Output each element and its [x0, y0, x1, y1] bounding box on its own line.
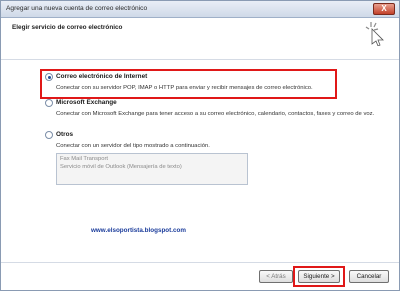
cancel-button[interactable]: Cancelar: [349, 270, 389, 283]
radio-internet-email[interactable]: [45, 73, 53, 81]
option-label: Microsoft Exchange: [56, 99, 117, 106]
wizard-header: Elegir servicio de correo electrónico: [1, 18, 399, 60]
close-icon: X: [381, 4, 387, 13]
option-description: Conectar con su servidor POP, IMAP o HTT…: [56, 85, 313, 91]
options-panel: Correo electrónico de Internet Conectar …: [1, 61, 399, 261]
watermark-text: www.elsoportista.blogspot.com: [91, 227, 186, 234]
button-bar: < Atrás Siguiente > Cancelar: [1, 262, 399, 290]
radio-others[interactable]: [45, 131, 53, 139]
click-cursor-icon: [365, 22, 384, 46]
close-button[interactable]: X: [373, 3, 395, 15]
next-button[interactable]: Siguiente >: [298, 270, 340, 283]
list-item[interactable]: Servicio móvil de Outlook (Mensajería de…: [60, 164, 244, 172]
list-item[interactable]: Fax Mail Transport: [60, 156, 244, 164]
radio-microsoft-exchange[interactable]: [45, 99, 53, 107]
window-title: Agregar una nueva cuenta de correo elect…: [6, 5, 148, 12]
option-label: Otros: [56, 131, 74, 138]
option-description: Conectar con un servidor del tipo mostra…: [56, 143, 210, 149]
option-description: Conectar con Microsoft Exchange para ten…: [56, 111, 375, 117]
back-button[interactable]: < Atrás: [259, 270, 293, 283]
title-bar[interactable]: Agregar una nueva cuenta de correo elect…: [1, 1, 399, 18]
option-label: Correo electrónico de Internet: [56, 73, 148, 80]
transport-list[interactable]: Fax Mail Transport Servicio móvil de Out…: [56, 153, 248, 185]
page-title: Elegir servicio de correo electrónico: [12, 24, 123, 31]
dialog-window: Agregar una nueva cuenta de correo elect…: [0, 0, 400, 291]
